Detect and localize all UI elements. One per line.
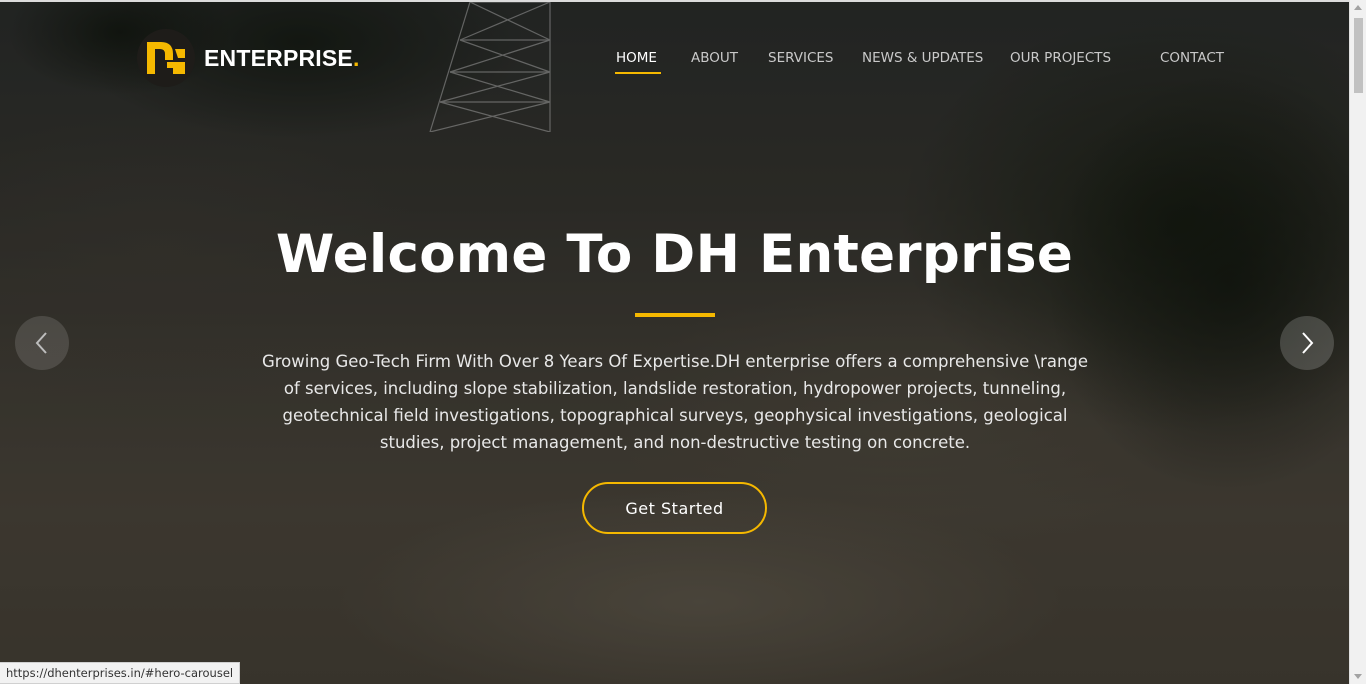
nav-item-about[interactable]: ABOUT bbox=[691, 50, 738, 66]
title-divider bbox=[635, 313, 715, 317]
scrollbar-thumb[interactable] bbox=[1354, 18, 1363, 93]
get-started-button[interactable]: Get Started bbox=[582, 482, 767, 534]
chevron-right-icon bbox=[1302, 332, 1314, 354]
site-logo[interactable]: ENTERPRISE. bbox=[137, 29, 360, 87]
chevron-left-icon bbox=[35, 332, 47, 354]
browser-viewport: ENTERPRISE. HOME ABOUT SERVICES NEWS & U… bbox=[0, 0, 1366, 684]
hero-description: Growing Geo-Tech Firm With Over 8 Years … bbox=[261, 352, 1089, 452]
nav-active-underline bbox=[615, 72, 661, 74]
logo-text: ENTERPRISE. bbox=[204, 44, 360, 71]
nav-item-home[interactable]: HOME bbox=[616, 50, 657, 66]
window-top-border bbox=[0, 0, 1349, 2]
nav-item-news-updates[interactable]: NEWS & UPDATES bbox=[862, 50, 983, 66]
logo-dot: . bbox=[352, 44, 360, 71]
page-scrollbar[interactable] bbox=[1349, 0, 1366, 684]
nav-item-contact[interactable]: CONTACT bbox=[1160, 50, 1224, 66]
logo-mark-icon bbox=[137, 29, 195, 87]
status-bar-url: https://dhenterprises.in/#hero-carousel bbox=[0, 662, 241, 684]
carousel-prev-button[interactable] bbox=[15, 316, 69, 370]
carousel-next-button[interactable] bbox=[1280, 316, 1334, 370]
hero-carousel bbox=[0, 2, 1349, 684]
nav-item-services[interactable]: SERVICES bbox=[768, 50, 833, 66]
hero-title: Welcome To DH Enterprise bbox=[275, 224, 1074, 285]
scroll-down-icon[interactable] bbox=[1354, 674, 1362, 679]
scroll-up-icon[interactable] bbox=[1354, 5, 1362, 10]
background-trees-right bbox=[929, 62, 1349, 582]
power-tower-graphic bbox=[429, 2, 551, 132]
nav-item-our-projects[interactable]: OUR PROJECTS bbox=[1010, 50, 1111, 66]
